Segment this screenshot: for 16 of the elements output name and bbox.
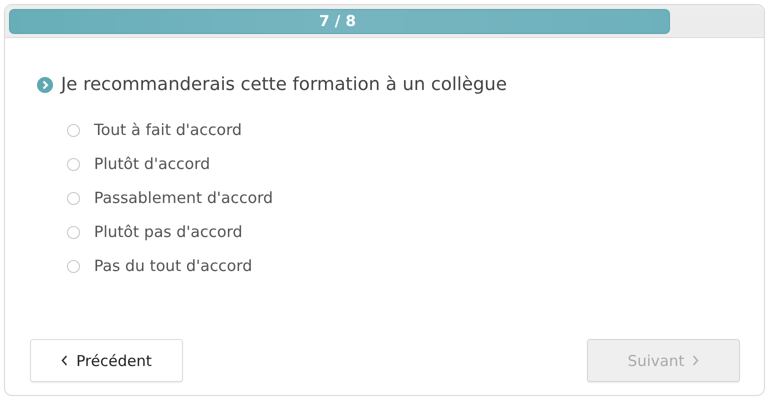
option-label[interactable]: Pas du tout d'accord bbox=[94, 257, 252, 275]
chevron-left-icon bbox=[61, 355, 68, 366]
radio-button[interactable] bbox=[67, 260, 80, 272]
progress-label: 7 / 8 bbox=[319, 12, 356, 30]
question-text: Je recommanderais cette formation à un collègue bbox=[61, 74, 507, 95]
radio-button[interactable] bbox=[67, 192, 80, 204]
option-label[interactable]: Plutôt pas d'accord bbox=[94, 223, 242, 241]
radio-button[interactable] bbox=[67, 158, 80, 170]
option-label[interactable]: Plutôt d'accord bbox=[94, 155, 210, 173]
previous-button[interactable]: Précédent bbox=[30, 339, 183, 382]
chevron-right-icon bbox=[692, 355, 700, 366]
radio-button[interactable] bbox=[67, 226, 80, 238]
option-label[interactable]: Tout à fait d'accord bbox=[94, 121, 242, 139]
option-label[interactable]: Passablement d'accord bbox=[94, 189, 274, 207]
chevron-circle-icon bbox=[37, 76, 53, 92]
radio-button[interactable] bbox=[67, 124, 80, 136]
